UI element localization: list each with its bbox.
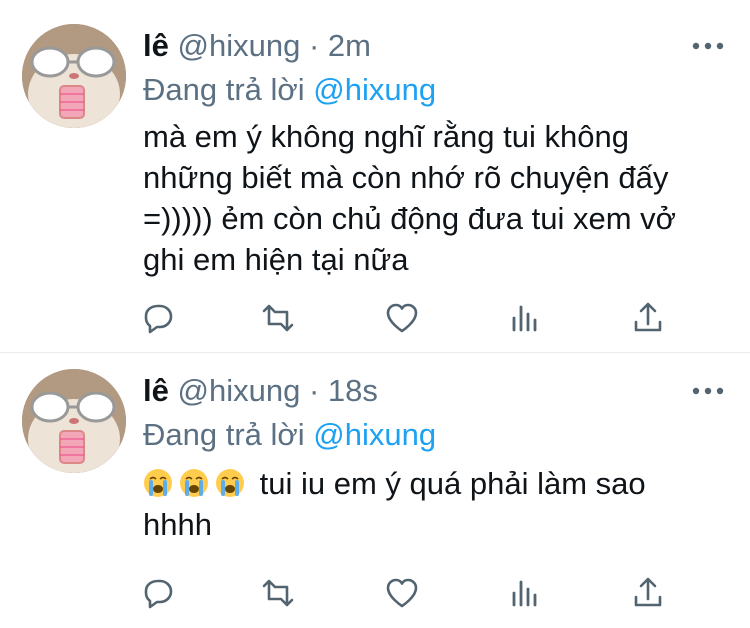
hamster-avatar-image	[22, 369, 126, 473]
reply-icon	[144, 579, 173, 609]
replying-to-label: Đang trả lời	[143, 72, 305, 107]
like-icon	[386, 303, 418, 333]
tweet-text: mà em ý không nghĩ rằng tui không những …	[143, 119, 676, 277]
more-icon	[692, 42, 724, 50]
share-button[interactable]	[630, 300, 666, 336]
replying-to-label: Đang trả lời	[143, 417, 305, 452]
tweet-header: lê @hixung · 2m	[143, 26, 371, 66]
analytics-button[interactable]	[506, 575, 542, 611]
analytics-icon	[512, 305, 537, 332]
reply-icon	[144, 304, 173, 334]
mention-link[interactable]: @hixung	[313, 417, 436, 452]
retweet-icon	[262, 304, 294, 332]
loudly-crying-face-emoji	[216, 469, 244, 497]
handle[interactable]: @hixung	[177, 28, 300, 63]
more-icon	[692, 387, 724, 395]
replying-to: Đang trả lời @hixung	[143, 70, 436, 110]
like-icon	[386, 578, 418, 608]
more-button[interactable]	[688, 34, 728, 58]
mention-link[interactable]: @hixung	[313, 72, 436, 107]
tweet[interactable]: lê @hixung · 18s Đang trả lời @hixung tu…	[0, 352, 750, 628]
analytics-icon	[512, 580, 537, 607]
like-button[interactable]	[384, 300, 420, 336]
handle[interactable]: @hixung	[177, 373, 300, 408]
tweet[interactable]: lê @hixung · 2m Đang trả lời @hixung mà …	[0, 0, 750, 352]
separator-dot: ·	[308, 373, 320, 408]
more-button[interactable]	[688, 379, 728, 403]
display-name[interactable]: lê	[143, 373, 169, 408]
action-bar	[140, 575, 680, 615]
tweet-header: lê @hixung · 18s	[143, 371, 378, 411]
action-bar	[140, 300, 680, 340]
retweet-icon	[262, 579, 294, 607]
timestamp[interactable]: 18s	[328, 373, 378, 408]
reply-button[interactable]	[140, 575, 176, 611]
avatar[interactable]	[22, 369, 126, 473]
display-name[interactable]: lê	[143, 28, 169, 63]
analytics-button[interactable]	[506, 300, 542, 336]
separator-dot: ·	[308, 28, 320, 63]
share-icon	[634, 577, 662, 607]
hamster-avatar-image	[22, 24, 126, 128]
tweet-text-block: tui iu em ý quá phải làm sao hhhh	[143, 463, 723, 545]
share-icon	[634, 302, 662, 332]
retweet-button[interactable]	[260, 300, 296, 336]
like-button[interactable]	[384, 575, 420, 611]
retweet-button[interactable]	[260, 575, 296, 611]
replying-to: Đang trả lời @hixung	[143, 415, 436, 455]
timestamp[interactable]: 2m	[328, 28, 371, 63]
share-button[interactable]	[630, 575, 666, 611]
avatar[interactable]	[22, 24, 126, 128]
loudly-crying-face-emoji	[144, 469, 172, 497]
loudly-crying-face-emoji	[180, 469, 208, 497]
reply-button[interactable]	[140, 300, 176, 336]
